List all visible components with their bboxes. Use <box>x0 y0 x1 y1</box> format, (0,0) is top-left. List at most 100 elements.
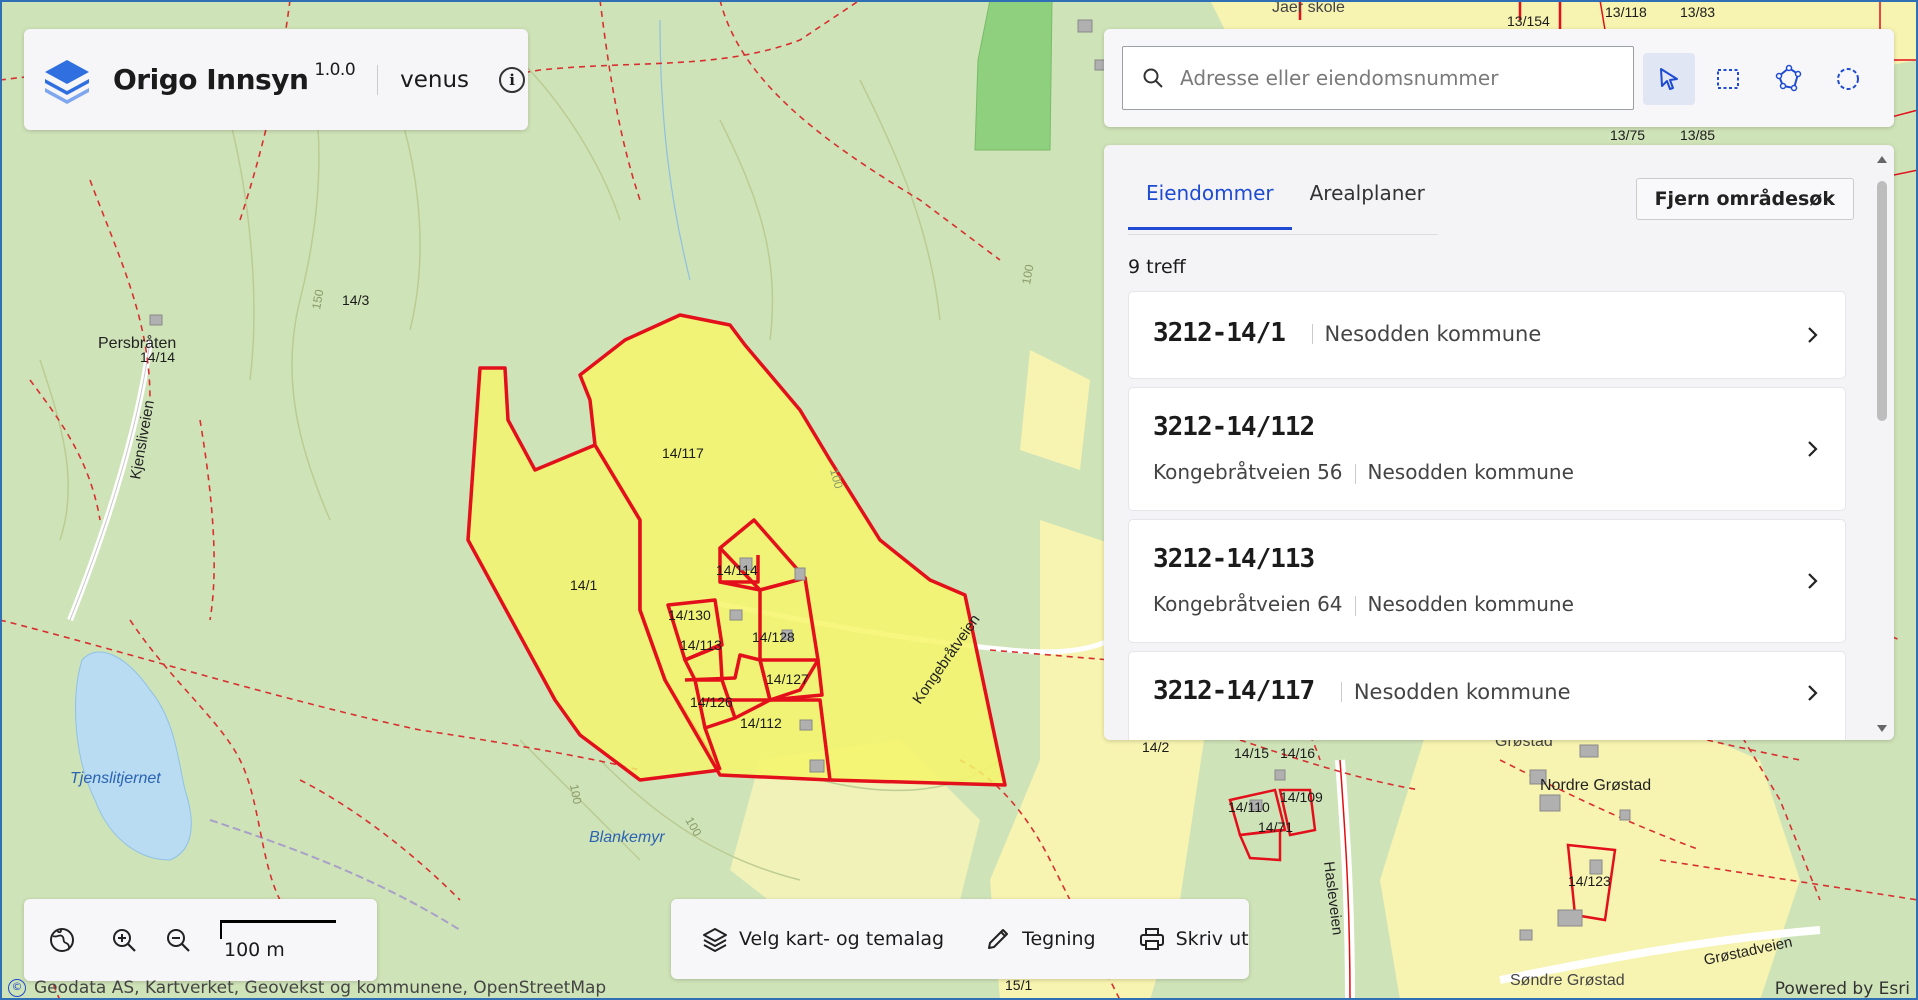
tab-eiendommer[interactable]: Eiendommer <box>1128 181 1292 230</box>
municipality: Nesodden kommune <box>1324 322 1542 346</box>
powered-by: Powered by Esri <box>1774 979 1910 999</box>
list-item[interactable]: 3212-14/113 Kongebråtveien 64 Nesodden ko… <box>1128 519 1846 643</box>
water-label: Blankemyr <box>589 829 665 846</box>
search-icon <box>1143 68 1163 88</box>
cursor-select-icon <box>1660 68 1678 90</box>
place-label: Nordre Grøstad <box>1540 777 1651 794</box>
results-tabs: Eiendommer Arealplaner <box>1128 181 1443 230</box>
select-rectangle-tool[interactable] <box>1702 53 1754 105</box>
drawing-label: Tegning <box>1022 928 1096 950</box>
print-label: Skriv ut <box>1175 928 1249 950</box>
property-details: Kongebråtveien 64 Nesodden kommune <box>1153 592 1574 616</box>
municipality: Nesodden kommune <box>1367 460 1574 484</box>
result-count: 9 treff <box>1128 256 1186 278</box>
parcel-label: 14/117 <box>662 445 704 461</box>
scroll-down-icon[interactable] <box>1877 725 1887 733</box>
chevron-right-icon <box>1808 327 1818 343</box>
parcel-label: 15/1 <box>1005 977 1032 993</box>
place-label: Søndre Grøstad <box>1510 972 1625 989</box>
parcel-label: 14/110 <box>1228 799 1270 815</box>
place-label: Persbråten <box>98 334 176 352</box>
app-version: 1.0.0 <box>314 59 356 80</box>
chevron-right-icon <box>1808 573 1818 589</box>
water-label: Tjenslitjernet <box>70 770 161 787</box>
rectangle-select-icon <box>1717 69 1739 89</box>
parcel-label: 13/85 <box>1680 127 1715 143</box>
select-circle-tool[interactable] <box>1822 53 1874 105</box>
zoom-out-icon <box>167 929 190 952</box>
select-point-tool[interactable] <box>1643 53 1695 105</box>
layers-logo-icon <box>45 59 89 104</box>
municipality: Nesodden kommune <box>1367 592 1574 616</box>
select-layers-button[interactable]: Velg kart- og temalag <box>701 925 944 953</box>
globe-icon <box>50 928 74 952</box>
property-id: 3212-14/117 Nesodden kommune <box>1153 676 1571 706</box>
app-title: Origo Innsyn 1.0.0 <box>113 59 356 96</box>
search-box[interactable] <box>1122 46 1634 110</box>
zoom-out-button[interactable] <box>154 916 202 964</box>
print-button[interactable]: Skriv ut <box>1138 925 1249 953</box>
pencil-icon <box>988 929 1009 949</box>
select-layers-label: Velg kart- og temalag <box>739 928 945 950</box>
zoom-in-icon <box>113 929 136 952</box>
parcel-label: 13/83 <box>1680 4 1715 20</box>
clear-area-search-button[interactable]: Fjern områdesøk <box>1635 178 1854 220</box>
scroll-up-icon[interactable] <box>1877 155 1887 163</box>
chevron-right-icon <box>1808 685 1818 701</box>
layers-icon <box>703 928 727 952</box>
list-item[interactable]: 3212-14/1 Nesodden kommune <box>1128 291 1846 379</box>
app-header: Origo Innsyn 1.0.0 venus i <box>24 29 528 130</box>
address: Kongebråtveien 56 <box>1153 460 1343 484</box>
map-attribution: © Geodata AS, Kartverket, Geovekst og ko… <box>8 978 606 998</box>
parcel-label: 14/16 <box>1280 745 1315 761</box>
printer-icon <box>1139 928 1164 950</box>
scale-bar: 100 m <box>220 920 336 961</box>
info-icon[interactable]: i <box>499 66 526 93</box>
parcel-label: 14/71 <box>1258 819 1293 835</box>
actions-toolbar: Velg kart- og temalag Tegning Skriv ut <box>671 899 1249 979</box>
chevron-right-icon <box>1808 441 1818 457</box>
environment-label: venus <box>400 66 470 93</box>
search-toolbar <box>1104 29 1894 127</box>
attribution-text: Geodata AS, Kartverket, Geovekst og komm… <box>34 978 607 998</box>
list-item[interactable]: 3212-14/117 Nesodden kommune <box>1128 651 1846 740</box>
tab-divider <box>1128 234 1438 235</box>
address: Kongebråtveien 64 <box>1153 592 1343 616</box>
parcel-label: 14/130 <box>668 607 711 623</box>
parcel-label: 14/114 <box>716 562 758 578</box>
parcel-label: 14/123 <box>1568 873 1611 889</box>
parcel-label: 13/75 <box>1610 127 1645 143</box>
scrollbar-thumb[interactable] <box>1877 181 1887 421</box>
zoom-in-button[interactable] <box>100 916 148 964</box>
search-input[interactable] <box>1178 65 1622 91</box>
property-details: Kongebråtveien 56 Nesodden kommune <box>1153 460 1574 484</box>
parcel-label: 14/3 <box>342 292 369 308</box>
results-scrollbar[interactable] <box>1876 156 1888 732</box>
copyright-icon[interactable]: © <box>8 979 26 997</box>
place-label: Jaer skole <box>1272 0 1345 16</box>
list-item[interactable]: 3212-14/112 Kongebråtveien 56 Nesodden ko… <box>1128 387 1846 511</box>
results-panel: Eiendommer Arealplaner Fjern områdesøk 9… <box>1104 145 1894 740</box>
select-polygon-tool[interactable] <box>1762 53 1814 105</box>
parcel-label: 13/154 <box>1507 13 1550 29</box>
parcel-label: 14/113 <box>680 637 722 653</box>
parcel-label: 14/1 <box>570 577 597 593</box>
property-id: 3212-14/112 <box>1153 412 1315 442</box>
polygon-select-icon <box>1775 64 1802 92</box>
property-id: 3212-14/113 <box>1153 544 1315 574</box>
property-id: 3212-14/1 Nesodden kommune <box>1153 318 1542 348</box>
home-extent-button[interactable] <box>38 916 86 964</box>
parcel-label: 14/127 <box>766 671 809 687</box>
parcel-label: 13/118 <box>1605 4 1647 20</box>
parcel-label: 14/15 <box>1234 745 1269 761</box>
map-nav-toolbar: 100 m <box>24 899 377 981</box>
parcel-label: 14/109 <box>1280 789 1323 805</box>
parcel-label: 14/126 <box>690 694 733 710</box>
scale-bar-line <box>220 920 336 939</box>
tab-arealplaner[interactable]: Arealplaner <box>1292 181 1443 230</box>
municipality: Nesodden kommune <box>1353 680 1571 704</box>
drawing-button[interactable]: Tegning <box>984 925 1096 953</box>
circle-select-icon <box>1837 68 1859 90</box>
scale-label: 100 m <box>224 939 285 961</box>
parcel-label: 14/128 <box>752 629 795 645</box>
